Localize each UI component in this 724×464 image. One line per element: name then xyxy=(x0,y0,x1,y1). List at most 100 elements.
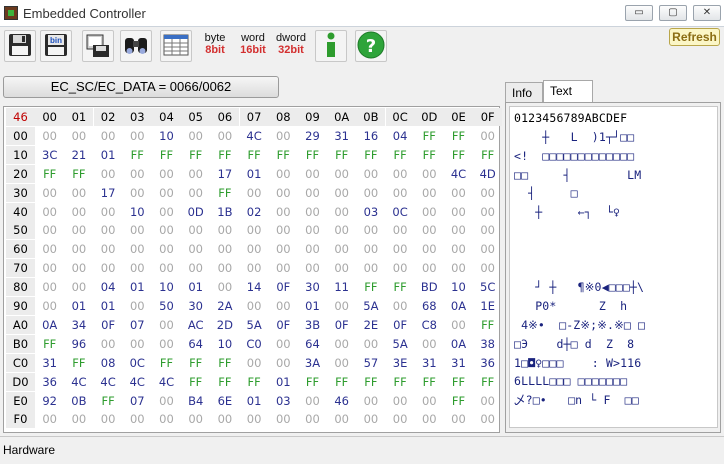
hex-cell[interactable]: 00 xyxy=(152,221,181,239)
hex-cell[interactable]: 00 xyxy=(269,240,298,258)
hex-cell[interactable]: 00 xyxy=(473,203,502,221)
hex-cell[interactable]: 4C xyxy=(94,373,123,391)
hex-cell[interactable]: 00 xyxy=(473,259,502,277)
hex-cell[interactable]: FF xyxy=(444,127,473,145)
hex-cell[interactable]: 36 xyxy=(35,373,64,391)
hex-cell[interactable]: 00 xyxy=(444,184,473,202)
hex-cell[interactable]: 4C xyxy=(240,127,269,145)
hex-cell[interactable]: 03 xyxy=(269,392,298,410)
hex-cell[interactable]: FF xyxy=(298,146,327,164)
hex-cell[interactable]: 36 xyxy=(473,354,502,372)
hex-cell[interactable]: 0A xyxy=(444,335,473,353)
hex-cell[interactable]: 00 xyxy=(152,259,181,277)
hex-cell[interactable]: 34 xyxy=(64,316,93,334)
hex-cell[interactable]: 04 xyxy=(94,278,123,296)
hex-cell[interactable]: 00 xyxy=(473,127,502,145)
hex-grid[interactable]: 46 00 01 02 03 04 05 06 07 08 09 0A 0B 0C 0D 0E 0F 00 00 00… xyxy=(3,106,503,433)
hex-cell[interactable]: 00 xyxy=(356,259,385,277)
hex-cell[interactable]: 00 xyxy=(327,335,356,353)
info-button[interactable] xyxy=(315,30,347,62)
hex-cell[interactable]: 00 xyxy=(35,240,64,258)
hex-cell[interactable]: 01 xyxy=(240,392,269,410)
hex-cell[interactable]: 00 xyxy=(356,221,385,239)
hex-cell[interactable]: BD xyxy=(415,278,444,296)
hex-cell[interactable]: 00 xyxy=(152,165,181,183)
hex-cell[interactable]: 00 xyxy=(94,165,123,183)
hex-cell[interactable]: 00 xyxy=(123,410,152,428)
text-view[interactable]: 0123456789ABCDEF ┼ L )1┬┘□□ <! □□□□□□□□□□… xyxy=(509,106,718,428)
hex-cell[interactable]: 0B xyxy=(64,392,93,410)
hex-cell[interactable]: 31 xyxy=(35,354,64,372)
hex-cell[interactable]: 00 xyxy=(35,297,64,315)
hex-cell[interactable]: 00 xyxy=(94,240,123,258)
hex-cell[interactable]: AC xyxy=(181,316,210,334)
hex-cell[interactable]: 00 xyxy=(210,240,239,258)
hex-cell[interactable]: 00 xyxy=(415,259,444,277)
hex-cell[interactable]: 01 xyxy=(123,278,152,296)
hex-cell[interactable]: 00 xyxy=(269,259,298,277)
hex-cell[interactable]: 00 xyxy=(327,240,356,258)
hex-cell[interactable]: 08 xyxy=(94,354,123,372)
hex-cell[interactable]: 1B xyxy=(210,203,239,221)
hex-cell[interactable]: 00 xyxy=(152,392,181,410)
hex-cell[interactable]: 00 xyxy=(444,240,473,258)
hex-cell[interactable]: 3C xyxy=(35,146,64,164)
hex-cell[interactable]: 00 xyxy=(152,316,181,334)
hex-cell[interactable]: 00 xyxy=(327,354,356,372)
hex-cell[interactable]: 0F xyxy=(327,316,356,334)
hex-cell[interactable]: 00 xyxy=(473,240,502,258)
minimize-button[interactable]: ▭ xyxy=(625,5,653,21)
hex-cell[interactable]: 00 xyxy=(415,165,444,183)
hex-cell[interactable]: 00 xyxy=(327,259,356,277)
hex-cell[interactable]: 00 xyxy=(298,165,327,183)
hex-cell[interactable]: 00 xyxy=(94,410,123,428)
hex-cell[interactable]: 00 xyxy=(298,184,327,202)
hex-cell[interactable]: 00 xyxy=(240,221,269,239)
hex-cell[interactable]: 31 xyxy=(444,354,473,372)
hex-cell[interactable]: FF xyxy=(152,354,181,372)
word-mode-button[interactable]: word 16bit xyxy=(236,30,270,62)
dword-mode-button[interactable]: dword 32bit xyxy=(274,30,308,62)
hex-cell[interactable]: 00 xyxy=(327,203,356,221)
hex-cell[interactable]: 00 xyxy=(415,221,444,239)
hex-cell[interactable]: FF xyxy=(415,127,444,145)
hex-cell[interactable]: 00 xyxy=(298,240,327,258)
hex-cell[interactable]: 00 xyxy=(35,221,64,239)
hex-cell[interactable]: 0C xyxy=(386,203,415,221)
hex-cell[interactable]: 68 xyxy=(415,297,444,315)
hex-cell[interactable]: 17 xyxy=(210,165,239,183)
hex-cell[interactable]: 07 xyxy=(123,316,152,334)
hex-cell[interactable]: 00 xyxy=(356,410,385,428)
hex-cell[interactable]: 00 xyxy=(123,240,152,258)
hex-cell[interactable]: FF xyxy=(444,392,473,410)
hex-cell[interactable]: 10 xyxy=(152,127,181,145)
hex-cell[interactable]: 6E xyxy=(210,392,239,410)
byte-mode-button[interactable]: byte 8bit xyxy=(198,30,232,62)
hex-cell[interactable]: 00 xyxy=(298,392,327,410)
hex-cell[interactable]: 00 xyxy=(356,335,385,353)
hex-cell[interactable]: 00 xyxy=(240,297,269,315)
hex-cell[interactable]: 00 xyxy=(444,221,473,239)
hex-cell[interactable]: FF xyxy=(415,373,444,391)
hex-cell[interactable]: 00 xyxy=(210,127,239,145)
hex-cell[interactable]: 00 xyxy=(152,184,181,202)
hex-cell[interactable]: 00 xyxy=(123,297,152,315)
hex-cell[interactable]: 00 xyxy=(210,410,239,428)
hex-cell[interactable]: 00 xyxy=(386,184,415,202)
hex-cell[interactable]: 00 xyxy=(269,127,298,145)
hex-cell[interactable]: 00 xyxy=(327,184,356,202)
hex-cell[interactable]: 00 xyxy=(123,165,152,183)
hex-cell[interactable]: 4C xyxy=(152,373,181,391)
hex-cell[interactable]: 00 xyxy=(269,297,298,315)
hex-cell[interactable]: FF xyxy=(240,146,269,164)
hex-cell[interactable]: 31 xyxy=(415,354,444,372)
hex-cell[interactable]: C0 xyxy=(240,335,269,353)
hex-cell[interactable]: 00 xyxy=(35,259,64,277)
hex-cell[interactable]: 14 xyxy=(240,278,269,296)
hex-cell[interactable]: 0F xyxy=(269,278,298,296)
hex-cell[interactable]: 00 xyxy=(240,184,269,202)
hex-cell[interactable]: 00 xyxy=(94,259,123,277)
hex-cell[interactable]: 00 xyxy=(240,259,269,277)
hex-cell[interactable]: 00 xyxy=(123,127,152,145)
hex-cell[interactable]: 50 xyxy=(152,297,181,315)
